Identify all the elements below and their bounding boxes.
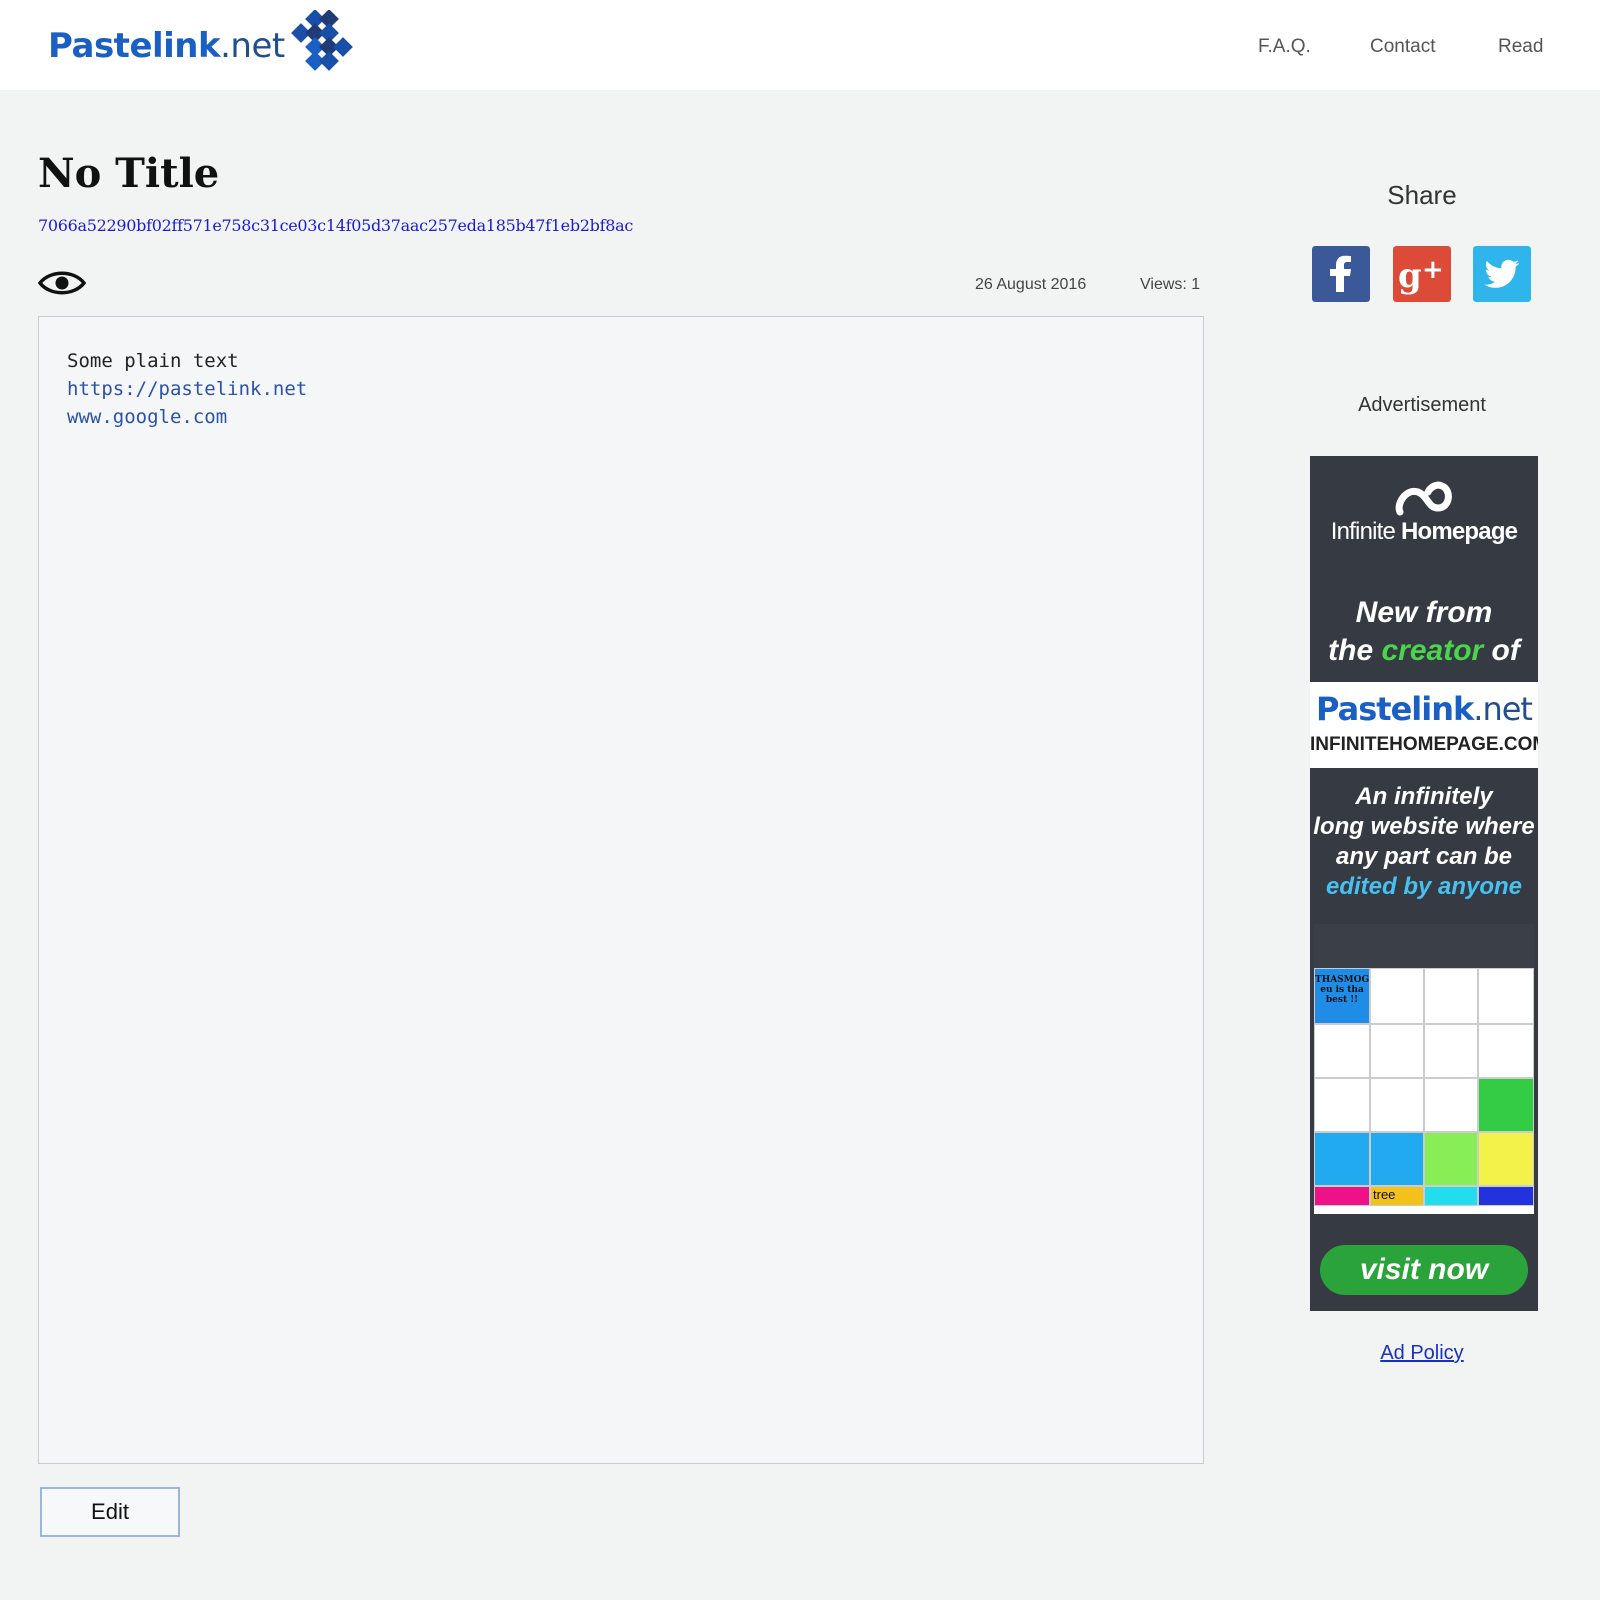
twitter-icon[interactable] [1473,246,1531,302]
ad-brand-name: Infinite Homepage [1310,518,1538,546]
ad-pastelink-light: .net [1473,690,1533,728]
paste-title: No Title [38,150,220,197]
ad-desc-line1: An infinitely [1355,783,1493,810]
svg-text:+: + [1422,255,1444,285]
facebook-icon[interactable] [1312,246,1370,302]
ad-screenshot-cell [1424,1024,1478,1078]
ad-description: An infinitely long website where any par… [1310,782,1538,902]
ad-creator-text: creator [1381,634,1484,667]
ad-screenshot-cell [1424,1132,1478,1186]
google-plus-icon[interactable]: g + [1393,246,1451,302]
ad-pastelink-logo: Pastelink.net [1310,690,1538,728]
ad-white-section: Pastelink.net INFINITEHOMEPAGE.COM [1310,682,1538,768]
paste-link-google[interactable]: www.google.com [67,406,227,428]
edit-button[interactable]: Edit [40,1487,180,1537]
svg-text:g: g [1398,256,1422,296]
ad-top-section: Infinite Homepage New from the creator o… [1310,456,1538,682]
ad-screenshot-cell [1424,1186,1478,1206]
advertisement-label: Advertisement [1358,394,1486,416]
ad-pastelink-bold: Pastelink [1316,690,1474,728]
paste-line: Some plain text [67,350,239,372]
paste-date: 26 August 2016 [975,276,1087,293]
ad-brand-light: Infinite [1330,518,1401,545]
infinite-loop-icon [1395,481,1452,516]
ad-screenshot-cell [1478,968,1534,1024]
site-header: Pastelink.net F.A.Q. Contact Read [0,0,1600,90]
paste-link-pastelink[interactable]: https://pastelink.net [67,378,307,400]
ad-screenshot-cell [1314,1132,1370,1186]
ad-website-screenshot: THASMOG eu is tha best !! tree [1314,924,1534,1214]
eye-icon[interactable] [38,268,86,298]
nav-faq[interactable]: F.A.Q. [1258,36,1311,58]
ad-desc-line2: long website where [1313,813,1535,840]
advertisement-banner[interactable]: Infinite Homepage New from the creator o… [1310,456,1538,1311]
ad-screenshot-cell [1370,1024,1424,1078]
ad-screenshot-tree-cell: tree [1370,1186,1424,1206]
visit-now-button[interactable]: visit now [1320,1245,1528,1295]
logo-text-light: .net [220,26,285,66]
ad-screenshot-cell [1478,1186,1534,1206]
paste-views: Views: 1 [1140,276,1201,293]
ad-brand-bold: Homepage [1400,518,1518,545]
logo-diamond-icon [291,10,353,71]
ad-screenshot-cell [1424,968,1478,1024]
nav-read[interactable]: Read [1498,36,1543,58]
ad-desc-line3: any part can be [1335,843,1513,870]
paste-content: Some plain text https://pastelink.net ww… [67,347,307,431]
ad-new-from-line2: the creator of [1310,632,1538,670]
ad-screenshot-cell: THASMOG eu is tha best !! [1314,968,1370,1024]
ad-screenshot-cell [1314,1024,1370,1078]
nav-contact[interactable]: Contact [1370,36,1435,58]
site-logo[interactable]: Pastelink.net [48,10,353,82]
ad-screenshot-cell [1478,1132,1534,1186]
ad-new-from-line1: New from [1355,596,1493,629]
ad-the-text: the [1328,634,1382,667]
paste-hash-link[interactable]: 7066a52290bf02ff571e758c31ce03c14f05d37a… [38,216,633,235]
ad-screenshot-cell [1370,968,1424,1024]
share-title: Share [1387,180,1457,210]
ad-new-from: New from the creator of [1310,594,1538,670]
ad-screenshot-header [1314,924,1534,968]
ad-screenshot-cell [1314,1078,1370,1132]
logo-text-bold: Pastelink [48,26,221,66]
ad-screenshot-cell [1424,1078,1478,1132]
ad-screenshot-cell [1314,1186,1370,1206]
ad-screenshot-cell [1370,1078,1424,1132]
ad-screenshot-cell [1478,1024,1534,1078]
ad-screenshot-cell [1478,1078,1534,1132]
ad-url: INFINITEHOMEPAGE.COM [1310,734,1538,755]
ad-screenshot-cell [1370,1132,1424,1186]
paste-content-box[interactable]: Some plain text https://pastelink.net ww… [38,316,1204,1464]
ad-policy-link[interactable]: Ad Policy [1308,1342,1536,1365]
ad-of-text: of [1483,634,1520,667]
ad-desc-highlight: edited by anyone [1325,873,1523,900]
